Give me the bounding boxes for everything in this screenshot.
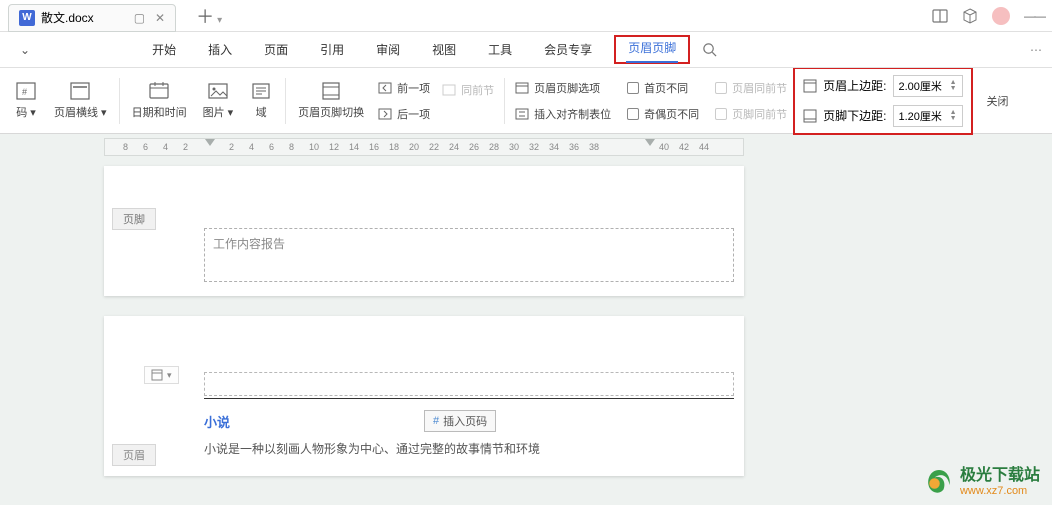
menu-review[interactable]: 审阅 <box>374 37 402 62</box>
hash-icon: # <box>433 415 439 427</box>
new-tab-button[interactable]: ＋▾ <box>188 3 230 29</box>
menu-view[interactable]: 视图 <box>430 37 458 62</box>
field-button[interactable]: 域 <box>241 81 281 120</box>
insert-page-number-button[interactable]: # 插入页码 <box>424 410 496 432</box>
user-avatar[interactable] <box>992 7 1010 25</box>
spinner-icon[interactable]: ▲▼ <box>950 80 957 92</box>
more-icon[interactable]: ⋯ <box>1030 43 1042 57</box>
ruler-right-marker[interactable] <box>645 139 655 146</box>
page-number-button[interactable]: # 码 ▾ <box>6 81 46 120</box>
switch-header-footer-button[interactable]: 页眉页脚切换 <box>290 81 372 120</box>
menu-expand-icon[interactable]: ⌄ <box>20 43 30 57</box>
document-area: 页脚 工作内容报告 ▾ 小说 # 插入页码 小说是一种以刻画人物形象为中心、通过… <box>0 156 1052 476</box>
close-header-footer-button[interactable]: 关闭 <box>979 93 1017 109</box>
document-section-title: 小说 <box>204 412 230 431</box>
header-tag: 页眉 <box>112 444 156 466</box>
header-line-button[interactable]: 页眉横线 ▾ <box>46 81 115 120</box>
header-underline <box>204 398 734 399</box>
footer-margin-icon <box>803 109 817 123</box>
document-body-text: 小说是一种以刻画人物形象为中心、通过完整的故事情节和环境 <box>204 440 540 457</box>
ruler-container: 8 6 4 2 2 4 6 8 10 12 14 16 18 20 22 24 … <box>0 134 1052 156</box>
footer-edit-field[interactable]: 工作内容报告 <box>204 228 734 282</box>
menu-member[interactable]: 会员专享 <box>542 37 594 62</box>
header-mini-toolbar[interactable]: ▾ <box>144 366 179 384</box>
spinner-icon[interactable]: ▲▼ <box>950 110 957 122</box>
page-current-top: ▾ 小说 # 插入页码 小说是一种以刻画人物形象为中心、通过完整的故事情节和环境… <box>104 316 744 476</box>
next-button[interactable]: 后一项 <box>378 106 430 122</box>
search-icon[interactable] <box>702 42 717 57</box>
same-as-previous-button: 同前节 <box>442 82 494 98</box>
ruler-indent-marker[interactable] <box>205 139 215 146</box>
datetime-button[interactable]: 日期和时间 <box>124 81 195 120</box>
watermark-url: www.xz7.com <box>960 485 1040 497</box>
odd-even-different-checkbox[interactable]: 奇偶页不同 <box>627 106 699 122</box>
menu-tools[interactable]: 工具 <box>486 37 514 62</box>
footer-margin-label: 页脚下边距: <box>823 107 886 124</box>
layout-icon[interactable] <box>932 8 948 24</box>
menu-page[interactable]: 页面 <box>262 37 290 62</box>
footer-margin-input[interactable]: 1.20厘米 ▲▼ <box>893 105 963 127</box>
header-margin-input[interactable]: 2.00厘米 ▲▼ <box>893 75 963 97</box>
document-filename: 散文.docx <box>41 9 94 26</box>
first-page-different-checkbox[interactable]: 首页不同 <box>627 80 699 96</box>
header-same-previous-checkbox: 页眉同前节 <box>715 80 787 96</box>
margin-settings-highlight: 页眉上边距: 2.00厘米 ▲▼ 页脚下边距: 1.20厘米 ▲▼ <box>793 67 972 135</box>
doc-type-icon: W <box>19 10 35 26</box>
svg-text:#: # <box>22 87 27 97</box>
menubar: ⌄ 开始 插入 页面 引用 审阅 视图 工具 会员专享 页眉页脚 ⋯ <box>0 32 1052 68</box>
menu-insert[interactable]: 插入 <box>206 37 234 62</box>
watermark-logo-icon <box>924 467 954 497</box>
site-watermark: 极光下载站 www.xz7.com <box>924 467 1040 497</box>
header-margin-label: 页眉上边距: <box>823 77 886 94</box>
tab-close-icon[interactable]: ✕ <box>155 11 165 25</box>
ribbon: # 码 ▾ 页眉横线 ▾ 日期和时间 图片 ▾ 域 页眉页脚切换 前一项 后一项 <box>0 68 1052 134</box>
page-previous-bottom: 页脚 工作内容报告 <box>104 166 744 296</box>
previous-button[interactable]: 前一项 <box>378 80 430 96</box>
chevron-down-icon[interactable]: ▾ <box>167 370 172 381</box>
menu-header-footer-highlight: 页眉页脚 <box>614 35 690 64</box>
menu-items: 开始 插入 页面 引用 审阅 视图 工具 会员专享 页眉页脚 <box>150 37 682 62</box>
horizontal-ruler[interactable]: 8 6 4 2 2 4 6 8 10 12 14 16 18 20 22 24 … <box>104 138 744 156</box>
menu-start[interactable]: 开始 <box>150 37 178 62</box>
watermark-title: 极光下载站 <box>960 467 1040 485</box>
document-tab[interactable]: W 散文.docx ▢ ✕ <box>8 4 176 32</box>
cube-icon[interactable] <box>962 8 978 24</box>
insert-align-tab-button[interactable]: 插入对齐制表位 <box>515 106 611 122</box>
footer-tag: 页脚 <box>112 208 156 230</box>
window-restore-icon[interactable]: ▢ <box>134 11 145 25</box>
menu-header-footer[interactable]: 页眉页脚 <box>626 37 678 63</box>
header-footer-options-button[interactable]: 页眉页脚选项 <box>515 80 611 96</box>
header-edit-field[interactable] <box>204 372 734 396</box>
titlebar: W 散文.docx ▢ ✕ ＋▾ —— <box>0 0 1052 32</box>
footer-same-previous-checkbox: 页脚同前节 <box>715 106 787 122</box>
minimize-button[interactable]: —— <box>1024 9 1044 23</box>
picture-button[interactable]: 图片 ▾ <box>195 81 242 120</box>
header-margin-icon <box>803 79 817 93</box>
menu-reference[interactable]: 引用 <box>318 37 346 62</box>
